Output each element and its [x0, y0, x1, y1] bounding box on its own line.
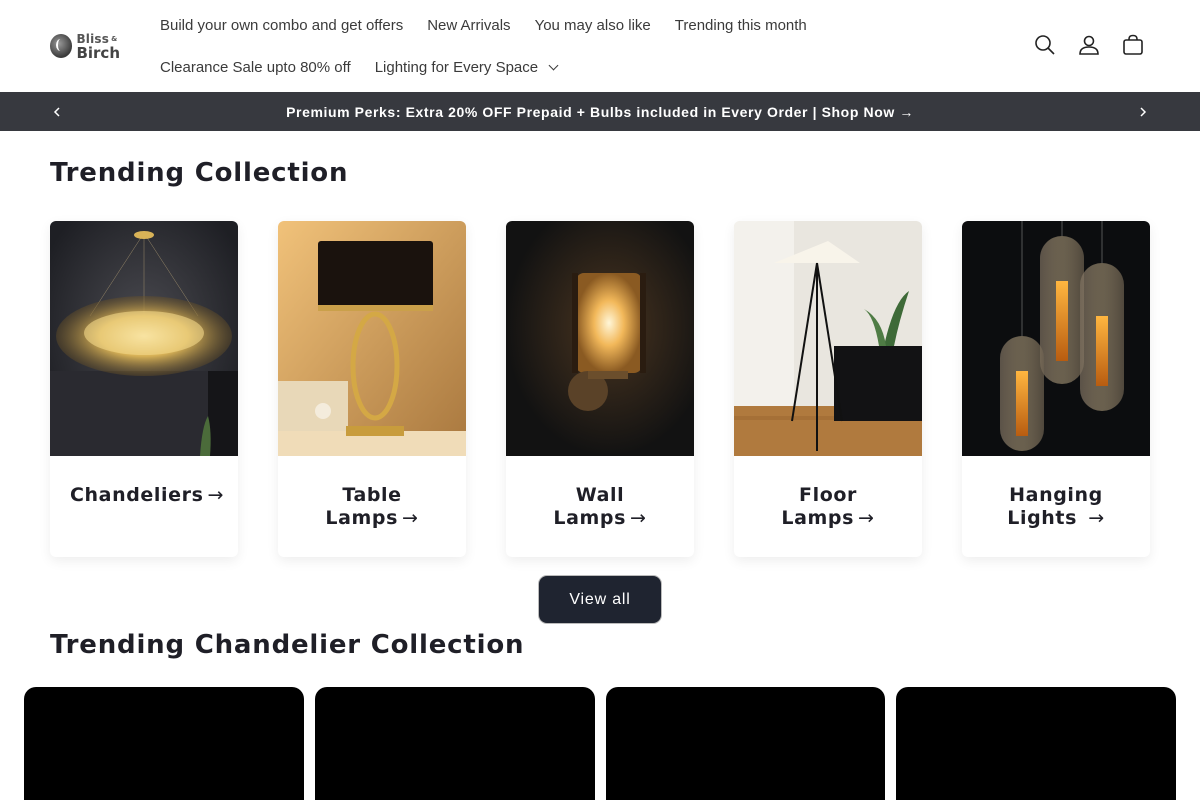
card-label-table-lamps: Table Lamps — [325, 484, 402, 529]
video-card[interactable] — [24, 687, 304, 800]
logo-mark — [50, 34, 73, 58]
wall-lamp-image — [506, 221, 694, 456]
view-all-button[interactable]: View all — [539, 576, 661, 623]
chevron-right-icon[interactable] — [1136, 105, 1150, 119]
chandelier-image — [50, 221, 238, 456]
chevron-down-icon — [548, 60, 559, 70]
nav-item-lighting-every-space[interactable]: Lighting for Every Space — [363, 59, 569, 76]
card-label-wall-lamps: Wall Lamps — [553, 484, 627, 529]
collection-card-floor-lamps[interactable]: Floor Lamps → — [734, 221, 922, 557]
hanging-light-image — [962, 221, 1150, 456]
brand-logo[interactable]: Bliss & Birch — [50, 30, 120, 62]
collection-card-wall-lamps[interactable]: Wall Lamps → — [506, 221, 694, 557]
main-nav: Build your own combo and get offers New … — [148, 4, 848, 88]
arrow-right-icon: → — [1088, 507, 1105, 529]
video-card[interactable] — [606, 687, 885, 800]
arrow-right-icon: → — [630, 507, 647, 529]
nav-item-you-may-also-like[interactable]: You may also like — [523, 17, 663, 34]
floor-lamp-image — [734, 221, 922, 456]
logo-amp: & — [111, 35, 118, 43]
section-title-chandelier-collection: Trending Chandelier Collection — [50, 630, 525, 660]
arrow-right-icon: → — [402, 507, 419, 529]
section-title-trending-collection: Trending Collection — [50, 158, 349, 188]
site-header: Bliss & Birch Build your own combo and ge… — [0, 0, 1200, 92]
table-lamp-image — [278, 221, 466, 456]
announcement-text[interactable]: Premium Perks: Extra 20% OFF Prepaid + B… — [286, 104, 914, 120]
account-icon[interactable] — [1078, 32, 1100, 58]
collection-cards: Chandeliers → Table Lamps → Wall Lamps →… — [50, 221, 1150, 557]
video-card[interactable] — [315, 687, 595, 800]
logo-line2: Birch — [76, 44, 120, 62]
nav-row-1: Build your own combo and get offers New … — [148, 4, 848, 46]
search-icon[interactable] — [1034, 32, 1056, 58]
collection-card-table-lamps[interactable]: Table Lamps → — [278, 221, 466, 557]
card-label-floor-lamps: Floor Lamps — [781, 484, 857, 529]
card-label-chandeliers: Chandeliers — [70, 484, 204, 506]
collection-card-chandeliers[interactable]: Chandeliers → — [50, 221, 238, 557]
video-card[interactable] — [896, 687, 1176, 800]
nav-item-lighting-label: Lighting for Every Space — [374, 58, 539, 76]
nav-item-new-arrivals[interactable]: New Arrivals — [415, 17, 522, 34]
nav-item-build-combo[interactable]: Build your own combo and get offers — [148, 17, 415, 34]
cart-icon[interactable] — [1122, 32, 1144, 58]
chandelier-video-row — [24, 687, 1176, 800]
nav-item-clearance-sale[interactable]: Clearance Sale upto 80% off — [148, 59, 363, 76]
arrow-right-icon: → — [207, 484, 225, 506]
nav-row-2: Clearance Sale upto 80% off Lighting for… — [148, 46, 848, 88]
announcement-bar: Premium Perks: Extra 20% OFF Prepaid + B… — [0, 92, 1200, 131]
header-icons — [1034, 32, 1144, 58]
arrow-right-icon: → — [858, 507, 875, 529]
collection-card-hanging-lights[interactable]: Hanging Lights → — [962, 221, 1150, 557]
nav-item-trending-this-month[interactable]: Trending this month — [663, 17, 819, 34]
chevron-left-icon[interactable] — [50, 105, 64, 119]
